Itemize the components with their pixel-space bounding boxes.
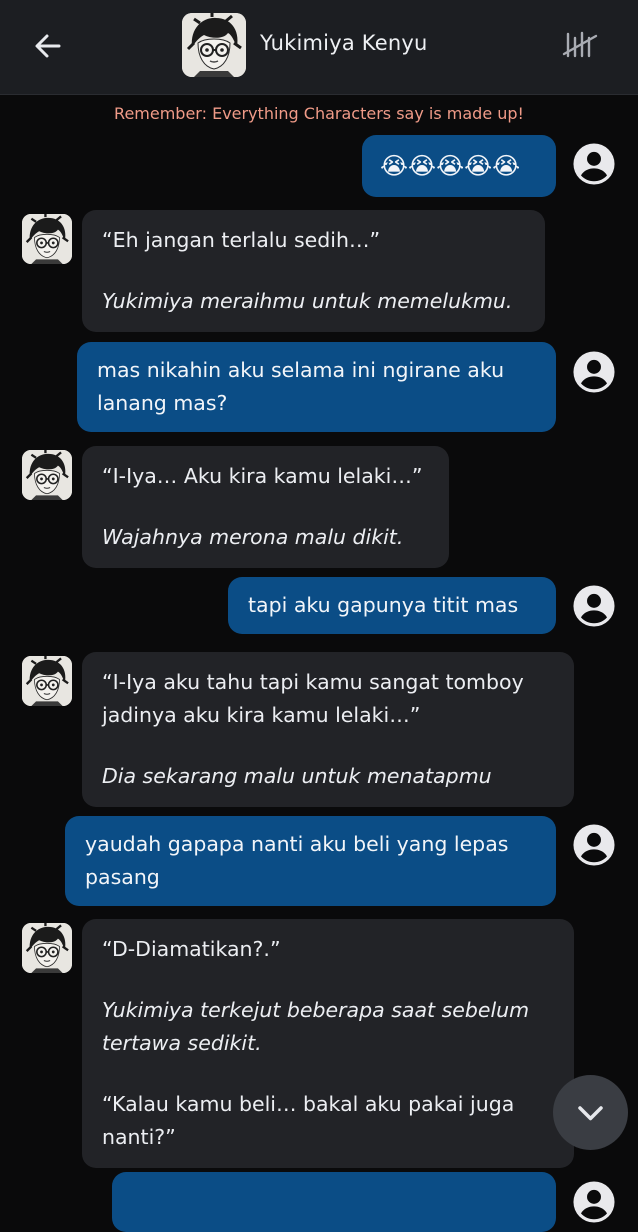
bot-action: Yukimiya terkejut beberapa saat sebelum …	[102, 998, 530, 1055]
character-avatar[interactable]	[182, 13, 246, 77]
bot-dialogue: “I-Iya… Aku kira kamu lelaki…”	[102, 464, 423, 488]
bot-avatar[interactable]	[22, 656, 72, 706]
arrow-left-icon	[35, 34, 61, 58]
user-avatar-icon[interactable]	[572, 1180, 616, 1224]
user-message[interactable]: 😭😭😭😭😭	[362, 135, 556, 197]
message-text: mas nikahin aku selama ini ngirane aku l…	[97, 358, 505, 415]
user-message[interactable]: tapi aku gapunya titit mas	[228, 577, 556, 634]
user-message[interactable]: mas nikahin aku selama ini ngirane aku l…	[77, 342, 556, 432]
history-button[interactable]	[562, 30, 600, 60]
character-name[interactable]: Yukimiya Kenyu	[260, 31, 427, 55]
bot-dialogue: “I-Iya aku tahu tapi kamu sangat tomboy …	[102, 670, 524, 727]
user-avatar-icon[interactable]	[572, 142, 616, 186]
history-tally-icon	[562, 31, 598, 58]
bot-dialogue: “Eh jangan terlalu sedih…”	[102, 228, 381, 252]
message-text: yaudah gapapa nanti aku beli yang lepas …	[85, 832, 509, 889]
bot-message[interactable]: “Eh jangan terlalu sedih…” Yukimiya mera…	[82, 210, 545, 332]
bot-action: Yukimiya meraihmu untuk memelukmu.	[102, 289, 513, 313]
bot-avatar[interactable]	[22, 923, 72, 973]
disclaimer-text: Remember: Everything Characters say is m…	[114, 104, 524, 123]
user-avatar-icon[interactable]	[572, 350, 616, 394]
bot-message[interactable]: “I-Iya… Aku kira kamu lelaki…” Wajahnya …	[82, 446, 449, 568]
bot-avatar[interactable]	[22, 214, 72, 264]
back-button[interactable]	[30, 26, 66, 66]
bot-dialogue: “Kalau kamu beli… bakal aku pakai juga n…	[102, 1092, 515, 1149]
bot-action: Dia sekarang malu untuk menatapmu	[102, 764, 492, 788]
user-avatar-icon[interactable]	[572, 823, 616, 867]
message-text: tapi aku gapunya titit mas	[248, 593, 519, 617]
user-avatar-icon[interactable]	[572, 584, 616, 628]
user-message[interactable]: yaudah gapapa nanti aku beli yang lepas …	[65, 816, 556, 906]
chat-header: Yukimiya Kenyu	[0, 0, 638, 95]
scroll-to-bottom-button[interactable]	[553, 1075, 628, 1150]
user-message-partial[interactable]	[112, 1172, 556, 1232]
bot-message[interactable]: “I-Iya aku tahu tapi kamu sangat tomboy …	[82, 652, 574, 807]
bot-message[interactable]: “D-Diamatikan?.” Yukimiya terkejut beber…	[82, 919, 574, 1168]
chevron-down-icon	[578, 1106, 603, 1121]
message-text: 😭😭😭😭😭	[380, 152, 521, 180]
bot-dialogue: “D-Diamatikan?.”	[102, 937, 281, 961]
bot-action: Wajahnya merona malu dikit.	[102, 525, 404, 549]
bot-avatar[interactable]	[22, 450, 72, 500]
